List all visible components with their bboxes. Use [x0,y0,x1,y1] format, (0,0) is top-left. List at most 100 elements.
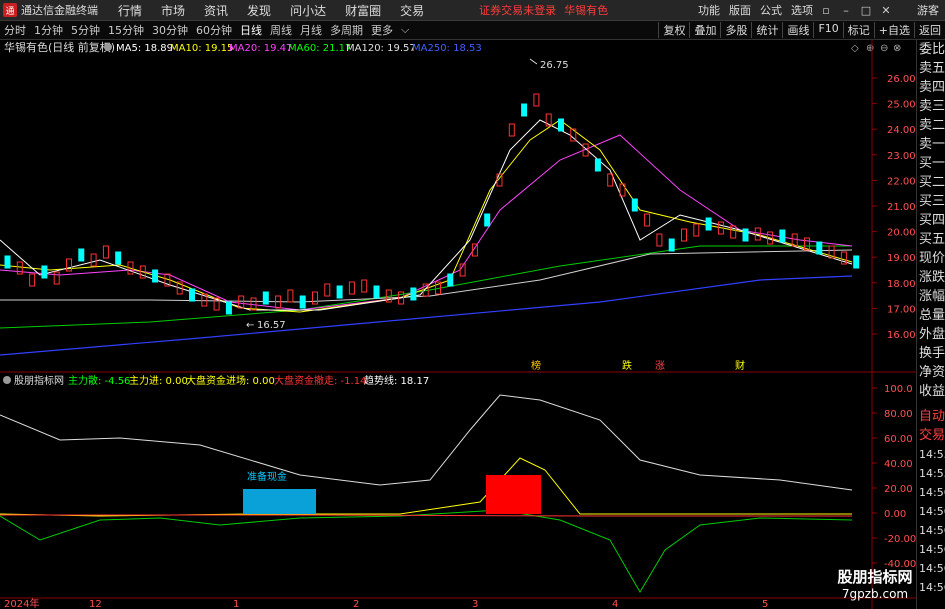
period-daily[interactable]: 日线 [236,22,266,38]
sidebar-quote-item[interactable]: 买二 [917,173,945,192]
menu-options[interactable]: 选项 [791,2,813,18]
btn-statistics[interactable]: 统计 [751,22,782,38]
period-60min[interactable]: 60分钟 [192,22,236,38]
menu-market[interactable]: 市场 [161,2,185,19]
sidebar-quote-item[interactable]: 卖四 [917,78,945,97]
candle [225,301,232,315]
sidebar-quote-item[interactable]: 卖二 [917,116,945,135]
zoom-icon[interactable]: ⊕ [866,43,874,54]
main-y-tick-label: 19.00 [887,253,916,264]
candle [447,273,454,287]
menu-trade[interactable]: 交易 [400,2,424,19]
login-warning[interactable]: 证券交易未登录 [479,2,556,18]
sidebar-quote-item[interactable]: 收益 [917,382,945,401]
sidebar-quote-item[interactable]: 买四 [917,211,945,230]
sidebar-quote-item[interactable]: 卖五 [917,59,945,78]
more-dropdown-icon[interactable]: ⌵ [397,23,413,37]
btn-f10[interactable]: F10 [813,22,842,38]
candle [631,198,638,212]
menu-ask[interactable]: 问小达 [290,2,326,19]
menu-formula[interactable]: 公式 [760,2,782,18]
main-force-block [486,475,541,514]
period-1min[interactable]: 1分钟 [30,22,67,38]
event-fall-badge[interactable]: 跌 [622,359,632,372]
window-restore-icon[interactable]: ▫ [819,4,833,17]
low-label: 16.57 [257,320,286,331]
candle [508,123,515,137]
sidebar-quote-item[interactable]: 委比 [917,40,945,59]
sidebar-quote-item[interactable]: 涨跌 [917,268,945,287]
zoom-out-icon[interactable]: ⊖ [880,43,888,54]
sidebar-quote-item[interactable]: 卖三 [917,97,945,116]
event-rise-badge[interactable]: 涨 [655,360,665,372]
sidebar-quote-item[interactable]: 净资 [917,363,945,382]
close-panel-icon[interactable]: ⊗ [893,43,901,54]
candle [4,255,11,269]
btn-mark[interactable]: 标记 [842,22,874,38]
candle [102,245,109,259]
sidebar-time-item: 14:55 [919,448,945,461]
candle [705,217,712,231]
ma120-label: MA120: 19.57 [346,43,416,54]
ma60-label: MA60: 21.17 [288,43,351,54]
period-multi[interactable]: 多周期 [326,22,367,38]
indicator-trend: 趋势线: 18.17 [364,374,429,387]
ma5-line [0,119,853,311]
candle [533,93,540,107]
btn-multi-stock[interactable]: 多股 [720,22,751,38]
btn-draw-line[interactable]: 画线 [782,22,813,38]
sidebar-trade[interactable]: 交易 [917,426,945,445]
candle [53,271,60,285]
period-30min[interactable]: 30分钟 [148,22,192,38]
indicator-y-tick-label: 80.00 [884,409,913,420]
candle [644,213,651,227]
indicator-market-out: 大盘资金撤走: -1.14 [274,374,366,387]
sidebar-quote-item[interactable]: 买一 [917,154,945,173]
menu-discover[interactable]: 发现 [247,2,271,19]
collapse-icon[interactable]: ◇ [851,43,859,54]
menu-wealth[interactable]: 财富圈 [345,2,381,19]
settings-icon[interactable] [104,43,112,51]
sidebar-quote-item[interactable]: 总量 [917,306,945,325]
btn-add-watchlist[interactable]: +自选 [873,22,914,38]
event-list-badge[interactable]: 榜 [531,359,541,372]
period-tick[interactable]: 分时 [0,22,30,38]
candle [29,273,36,287]
x-label-dec: 12 [89,599,102,609]
indicator-settings-icon[interactable] [3,376,11,384]
period-5min[interactable]: 5分钟 [67,22,104,38]
sidebar-quote-item[interactable]: 换手 [917,344,945,363]
btn-back[interactable]: 返回 [914,22,945,38]
chart-area[interactable]: 华锡有色(日线 前复权) MA5: 18.89 MA10: 19.15 MA20… [0,40,916,609]
sidebar-quote-item[interactable]: 买五 [917,230,945,249]
window-maximize-icon[interactable]: □ [859,4,873,17]
sidebar-quote-item[interactable]: 买三 [917,192,945,211]
indicator-y-axis: 100.080.0060.0040.0020.000.00-20.00-40.0… [872,384,916,570]
candle [594,158,601,172]
main-y-tick-label: 17.00 [887,304,916,315]
sidebar-quote-item[interactable]: 现价 [917,249,945,268]
menu-layout[interactable]: 版面 [729,2,751,18]
window-minimize-icon[interactable]: – [839,4,853,17]
candle [668,238,675,252]
window-close-icon[interactable]: ✕ [879,4,893,17]
period-15min[interactable]: 15分钟 [104,22,148,38]
menu-function[interactable]: 功能 [698,2,720,18]
ma120-line [0,249,853,303]
sidebar-time-item: 14:56 [919,581,945,594]
menu-news[interactable]: 资讯 [204,2,228,19]
sidebar-quote-item[interactable]: 涨幅 [917,287,945,306]
sidebar-quote-item[interactable]: 卖一 [917,135,945,154]
sidebar-quote-item[interactable]: 外盘 [917,325,945,344]
event-finance-badge[interactable]: 财 [735,359,745,372]
candle [90,253,97,267]
menu-quotes[interactable]: 行情 [118,2,142,19]
sidebar-auto[interactable]: 自动 [917,407,945,426]
sidebar-time-item: 14:55 [919,467,945,480]
period-monthly[interactable]: 月线 [296,22,326,38]
btn-adjust[interactable]: 复权 [658,22,689,38]
btn-overlay[interactable]: 叠加 [689,22,720,38]
period-weekly[interactable]: 周线 [266,22,296,38]
period-more[interactable]: 更多 [367,22,397,38]
guest-user[interactable]: 游客 [917,2,939,18]
